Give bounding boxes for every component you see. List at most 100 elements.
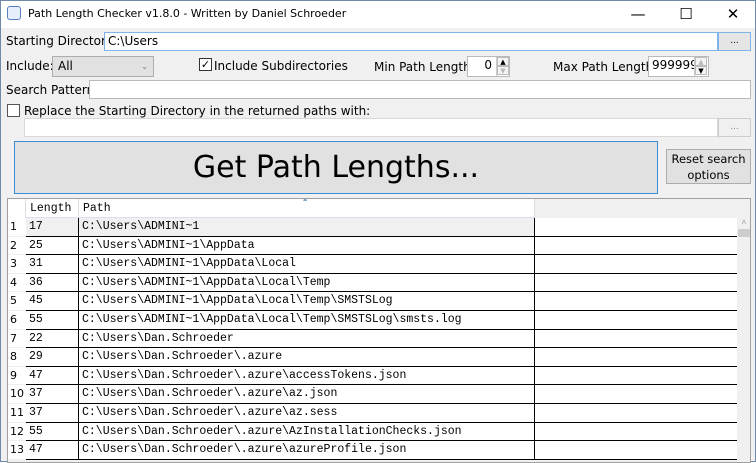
include-dropdown[interactable]: All ⌄ — [52, 56, 154, 77]
grid-header: Length Path ▲ — [8, 199, 535, 218]
table-row[interactable]: 8 29 C:\Users\Dan.Schroeder\.azure — [8, 348, 737, 367]
row-number[interactable]: 6 — [8, 311, 26, 330]
spin-up-icon[interactable]: ▲ — [695, 57, 707, 66]
reset-label-line2: options — [687, 168, 730, 182]
select-all-corner[interactable] — [8, 199, 26, 218]
chevron-down-icon: ⌄ — [141, 62, 148, 71]
path-cell[interactable]: C:\Users\Dan.Schroeder\.azure\accessToke… — [79, 366, 535, 386]
path-cell[interactable]: C:\Users\Dan.Schroeder — [79, 329, 535, 349]
length-cell[interactable]: 47 — [26, 441, 79, 460]
browse-starting-directory-button[interactable]: ... — [718, 32, 751, 51]
reset-search-options-button[interactable]: Reset search options — [666, 149, 751, 184]
starting-directory-label: Starting Directory: — [6, 34, 117, 48]
get-path-lengths-button[interactable]: Get Path Lengths... — [14, 141, 658, 194]
length-cell[interactable]: 36 — [26, 273, 79, 293]
vertical-scrollbar[interactable]: ^ — [737, 199, 750, 462]
close-button[interactable]: ✕ — [713, 3, 753, 25]
max-path-length-spinner[interactable]: ▲ ▼ — [694, 57, 707, 76]
empty-cell — [535, 311, 737, 330]
row-number[interactable]: 13 — [8, 441, 26, 460]
length-cell[interactable]: 37 — [26, 385, 79, 404]
main-window: Path Length Checker v1.8.0 - Written by … — [0, 0, 756, 463]
reset-label-line1: Reset search — [671, 152, 746, 166]
length-cell[interactable]: 25 — [26, 236, 79, 256]
scrollbar-thumb[interactable] — [738, 229, 750, 237]
length-cell[interactable]: 55 — [26, 311, 79, 330]
table-row[interactable]: 7 22 C:\Users\Dan.Schroeder — [8, 329, 737, 349]
path-cell[interactable]: C:\Users\Dan.Schroeder\.azure\az.json — [79, 385, 535, 404]
empty-cell — [535, 404, 737, 423]
table-row[interactable]: 13 47 C:\Users\Dan.Schroeder\.azure\azureP… — [8, 441, 737, 460]
results-grid[interactable]: Length Path ▲ 1 17 C:\Users\ADMINI~1 2 25 C:\… — [7, 198, 751, 463]
length-cell[interactable]: 31 — [26, 255, 79, 274]
table-row[interactable]: 6 55 C:\Users\ADMINI~1\AppData\Local\Temp\… — [8, 311, 737, 330]
max-path-length-label: Max Path Length: — [553, 60, 658, 74]
include-subdirectories-checkbox[interactable]: ✓ — [199, 58, 212, 71]
path-cell[interactable]: C:\Users\Dan.Schroeder\.azure\AzInstalla… — [79, 422, 535, 442]
sort-ascending-icon: ▲ — [303, 198, 308, 204]
empty-cell — [535, 329, 737, 349]
row-number[interactable]: 9 — [8, 366, 26, 386]
replace-starting-directory-label: Replace the Starting Directory in the re… — [24, 104, 371, 118]
row-number[interactable]: 11 — [8, 404, 26, 423]
length-cell[interactable]: 47 — [26, 366, 79, 386]
spin-down-icon[interactable]: ▼ — [497, 66, 509, 75]
length-cell[interactable]: 17 — [26, 218, 79, 237]
search-pattern-input[interactable] — [89, 80, 751, 99]
browse-replace-button[interactable]: ... — [718, 118, 751, 137]
path-cell[interactable]: C:\Users\ADMINI~1\AppData\Local\Temp\SMS… — [79, 311, 535, 330]
empty-cell — [535, 273, 737, 293]
path-cell[interactable]: C:\Users\ADMINI~1\AppData\Local\Temp\SMS… — [79, 292, 535, 311]
column-header-length[interactable]: Length — [26, 199, 79, 218]
row-number[interactable]: 1 — [8, 218, 26, 237]
row-number[interactable]: 10 — [8, 385, 26, 404]
path-cell[interactable]: C:\Users\ADMINI~1\AppData — [79, 236, 535, 256]
spin-down-icon[interactable]: ▼ — [695, 66, 707, 75]
table-row[interactable]: 11 37 C:\Users\Dan.Schroeder\.azure\az.ses… — [8, 404, 737, 423]
spin-up-icon[interactable]: ▲ — [497, 57, 509, 66]
table-row[interactable]: 4 36 C:\Users\ADMINI~1\AppData\Local\Temp — [8, 273, 737, 293]
table-row[interactable]: 2 25 C:\Users\ADMINI~1\AppData — [8, 236, 737, 256]
scroll-up-icon[interactable]: ^ — [737, 219, 750, 229]
path-cell[interactable]: C:\Users\ADMINI~1\AppData\Local — [79, 255, 535, 274]
minimize-button[interactable]: — — [618, 3, 658, 25]
length-cell[interactable]: 37 — [26, 404, 79, 423]
include-value: All — [58, 59, 73, 73]
table-row[interactable]: 10 37 C:\Users\Dan.Schroeder\.azure\az.jso… — [8, 385, 737, 404]
maximize-button[interactable]: ☐ — [666, 3, 706, 25]
row-number[interactable]: 4 — [8, 273, 26, 293]
path-cell[interactable]: C:\Users\Dan.Schroeder\.azure\azureProfi… — [79, 441, 535, 460]
length-cell[interactable]: 22 — [26, 329, 79, 349]
row-number[interactable]: 12 — [8, 422, 26, 442]
empty-cell — [535, 218, 737, 237]
length-cell[interactable]: 55 — [26, 422, 79, 442]
title-bar: Path Length Checker v1.8.0 - Written by … — [1, 1, 755, 28]
path-cell[interactable]: C:\Users\Dan.Schroeder\.azure — [79, 348, 535, 367]
replace-with-input[interactable] — [24, 118, 718, 137]
table-row[interactable]: 1 17 C:\Users\ADMINI~1 — [8, 218, 737, 237]
empty-cell — [535, 441, 737, 460]
row-number[interactable]: 5 — [8, 292, 26, 311]
starting-directory-input[interactable]: C:\Users — [104, 32, 718, 51]
include-label: Include: — [6, 59, 54, 73]
row-number[interactable]: 2 — [8, 236, 26, 256]
table-row[interactable]: 9 47 C:\Users\Dan.Schroeder\.azure\accessT… — [8, 366, 737, 386]
min-path-length-spinner[interactable]: ▲ ▼ — [496, 57, 509, 76]
replace-starting-directory-checkbox[interactable] — [7, 104, 20, 117]
path-cell[interactable]: C:\Users\ADMINI~1\AppData\Local\Temp — [79, 273, 535, 293]
empty-cell — [535, 348, 737, 367]
row-number[interactable]: 8 — [8, 348, 26, 367]
row-number[interactable]: 3 — [8, 255, 26, 274]
row-number[interactable]: 7 — [8, 329, 26, 349]
table-row[interactable]: 5 45 C:\Users\ADMINI~1\AppData\Local\Temp\… — [8, 292, 737, 311]
empty-cell — [535, 255, 737, 274]
empty-cell — [535, 366, 737, 386]
table-row[interactable]: 12 55 C:\Users\Dan.Schroeder\.azure\AzInst… — [8, 422, 737, 442]
length-cell[interactable]: 29 — [26, 348, 79, 367]
empty-cell — [535, 385, 737, 404]
include-subdirectories-label: Include Subdirectories — [214, 59, 348, 73]
length-cell[interactable]: 45 — [26, 292, 79, 311]
path-cell[interactable]: C:\Users\Dan.Schroeder\.azure\az.sess — [79, 404, 535, 423]
path-cell[interactable]: C:\Users\ADMINI~1 — [79, 218, 535, 237]
table-row[interactable]: 3 31 C:\Users\ADMINI~1\AppData\Local — [8, 255, 737, 274]
